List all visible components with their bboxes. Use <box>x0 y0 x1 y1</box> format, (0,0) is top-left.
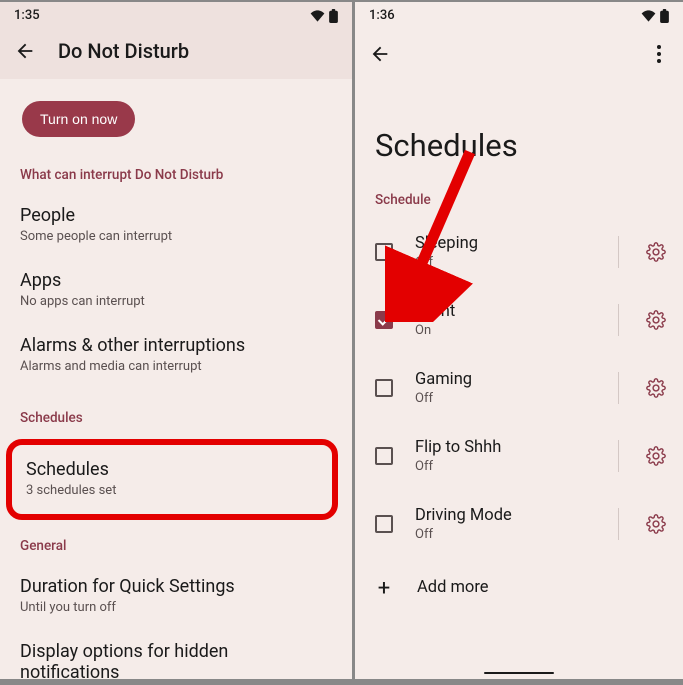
dot-icon <box>657 45 661 49</box>
back-arrow-icon <box>369 43 391 65</box>
schedule-title: Flip to Shhh <box>415 438 596 457</box>
add-more-label: Add more <box>417 578 489 597</box>
schedule-title: Gaming <box>415 370 596 389</box>
divider <box>618 372 619 404</box>
divider <box>618 304 619 336</box>
settings-gear-button[interactable] <box>645 241 667 263</box>
row-title: Alarms & other interruptions <box>20 335 332 356</box>
schedule-text: Gaming Off <box>415 370 596 406</box>
battery-icon <box>329 9 338 23</box>
add-more-button[interactable]: + Add more <box>355 558 683 615</box>
schedule-subtitle: On <box>415 323 596 338</box>
status-bar: 1:36 <box>355 2 683 27</box>
row-apps[interactable]: Apps No apps can interrupt <box>0 258 352 323</box>
divider <box>618 236 619 268</box>
row-subtitle: Alarms and media can interrupt <box>20 359 332 374</box>
annotation-highlight-box: Schedules 3 schedules set <box>6 439 338 520</box>
schedule-text: Flip to Shhh Off <box>415 438 596 474</box>
back-arrow-icon <box>14 40 36 62</box>
row-schedules[interactable]: Schedules 3 schedules set <box>12 445 332 514</box>
status-time: 1:36 <box>369 8 395 23</box>
row-title: Duration for Quick Settings <box>20 576 332 597</box>
schedule-title: Sleeping <box>415 234 596 253</box>
turn-on-now-button[interactable]: Turn on now <box>22 101 135 137</box>
schedule-row[interactable]: Flip to Shhh Off <box>355 422 683 490</box>
row-alarms[interactable]: Alarms & other interruptions Alarms and … <box>0 323 352 388</box>
back-button[interactable] <box>14 40 36 62</box>
schedule-subtitle: Off <box>415 527 596 542</box>
gear-icon <box>646 242 666 262</box>
plus-icon: + <box>375 580 393 598</box>
gear-icon <box>646 446 666 466</box>
status-icons <box>641 9 669 23</box>
row-subtitle: Some people can interrupt <box>20 229 332 244</box>
back-button[interactable] <box>369 43 391 65</box>
page-title: Do Not Disturb <box>58 39 189 63</box>
schedule-subtitle: Off <box>415 459 596 474</box>
topbar <box>355 27 683 75</box>
row-title: Schedules <box>26 459 318 480</box>
schedule-row[interactable]: Event On <box>355 286 683 354</box>
row-display-options[interactable]: Display options for hidden notifications <box>0 629 352 679</box>
checkbox[interactable] <box>375 447 393 465</box>
schedule-list: Sleeping Off Event On Gaming Off Flip to Shhh O… <box>355 218 683 558</box>
row-people[interactable]: People Some people can interrupt <box>0 193 352 258</box>
settings-gear-button[interactable] <box>645 445 667 467</box>
nav-handle[interactable] <box>484 672 554 675</box>
gear-icon <box>646 310 666 330</box>
battery-icon <box>660 9 669 23</box>
titlebar: Do Not Disturb <box>0 27 352 79</box>
section-header-interrupt: What can interrupt Do Not Disturb <box>0 137 352 193</box>
schedule-title: Driving Mode <box>415 506 596 525</box>
checkbox[interactable] <box>375 311 393 329</box>
dot-icon <box>657 59 661 63</box>
schedule-row[interactable]: Gaming Off <box>355 354 683 422</box>
schedule-subtitle: Off <box>415 255 596 270</box>
checkbox[interactable] <box>375 379 393 397</box>
status-icons <box>310 9 338 23</box>
schedule-text: Event On <box>415 302 596 338</box>
overflow-menu-button[interactable] <box>649 41 669 67</box>
schedule-row[interactable]: Driving Mode Off <box>355 490 683 558</box>
wifi-icon <box>641 10 656 22</box>
status-bar: 1:35 <box>0 2 352 27</box>
schedule-subtitle: Off <box>415 391 596 406</box>
checkbox[interactable] <box>375 515 393 533</box>
divider <box>618 440 619 472</box>
wifi-icon <box>310 10 325 22</box>
section-header-schedules: Schedules <box>0 388 352 436</box>
section-header-schedule: Schedule <box>355 182 683 218</box>
settings-gear-button[interactable] <box>645 309 667 331</box>
phone-screen-dnd: 1:35 Do Not Disturb Turn on now What can… <box>0 2 352 679</box>
row-subtitle: No apps can interrupt <box>20 294 332 309</box>
checkbox[interactable] <box>375 243 393 261</box>
schedule-text: Driving Mode Off <box>415 506 596 542</box>
divider <box>618 508 619 540</box>
status-time: 1:35 <box>14 8 40 23</box>
row-title: Apps <box>20 270 332 291</box>
schedule-title: Event <box>415 302 596 321</box>
row-duration[interactable]: Duration for Quick Settings Until you tu… <box>0 564 352 629</box>
section-header-general: General <box>0 520 352 564</box>
settings-gear-button[interactable] <box>645 513 667 535</box>
row-subtitle: Until you turn off <box>20 600 332 615</box>
row-title: People <box>20 205 332 226</box>
gear-icon <box>646 514 666 534</box>
schedule-text: Sleeping Off <box>415 234 596 270</box>
row-subtitle: 3 schedules set <box>26 483 318 498</box>
phone-screen-schedules: 1:36 Schedules <box>355 2 683 679</box>
dot-icon <box>657 52 661 56</box>
schedule-row[interactable]: Sleeping Off <box>355 218 683 286</box>
page-title: Schedules <box>355 75 683 182</box>
row-title: Display options for hidden notifications <box>20 641 332 679</box>
settings-gear-button[interactable] <box>645 377 667 399</box>
gear-icon <box>646 378 666 398</box>
